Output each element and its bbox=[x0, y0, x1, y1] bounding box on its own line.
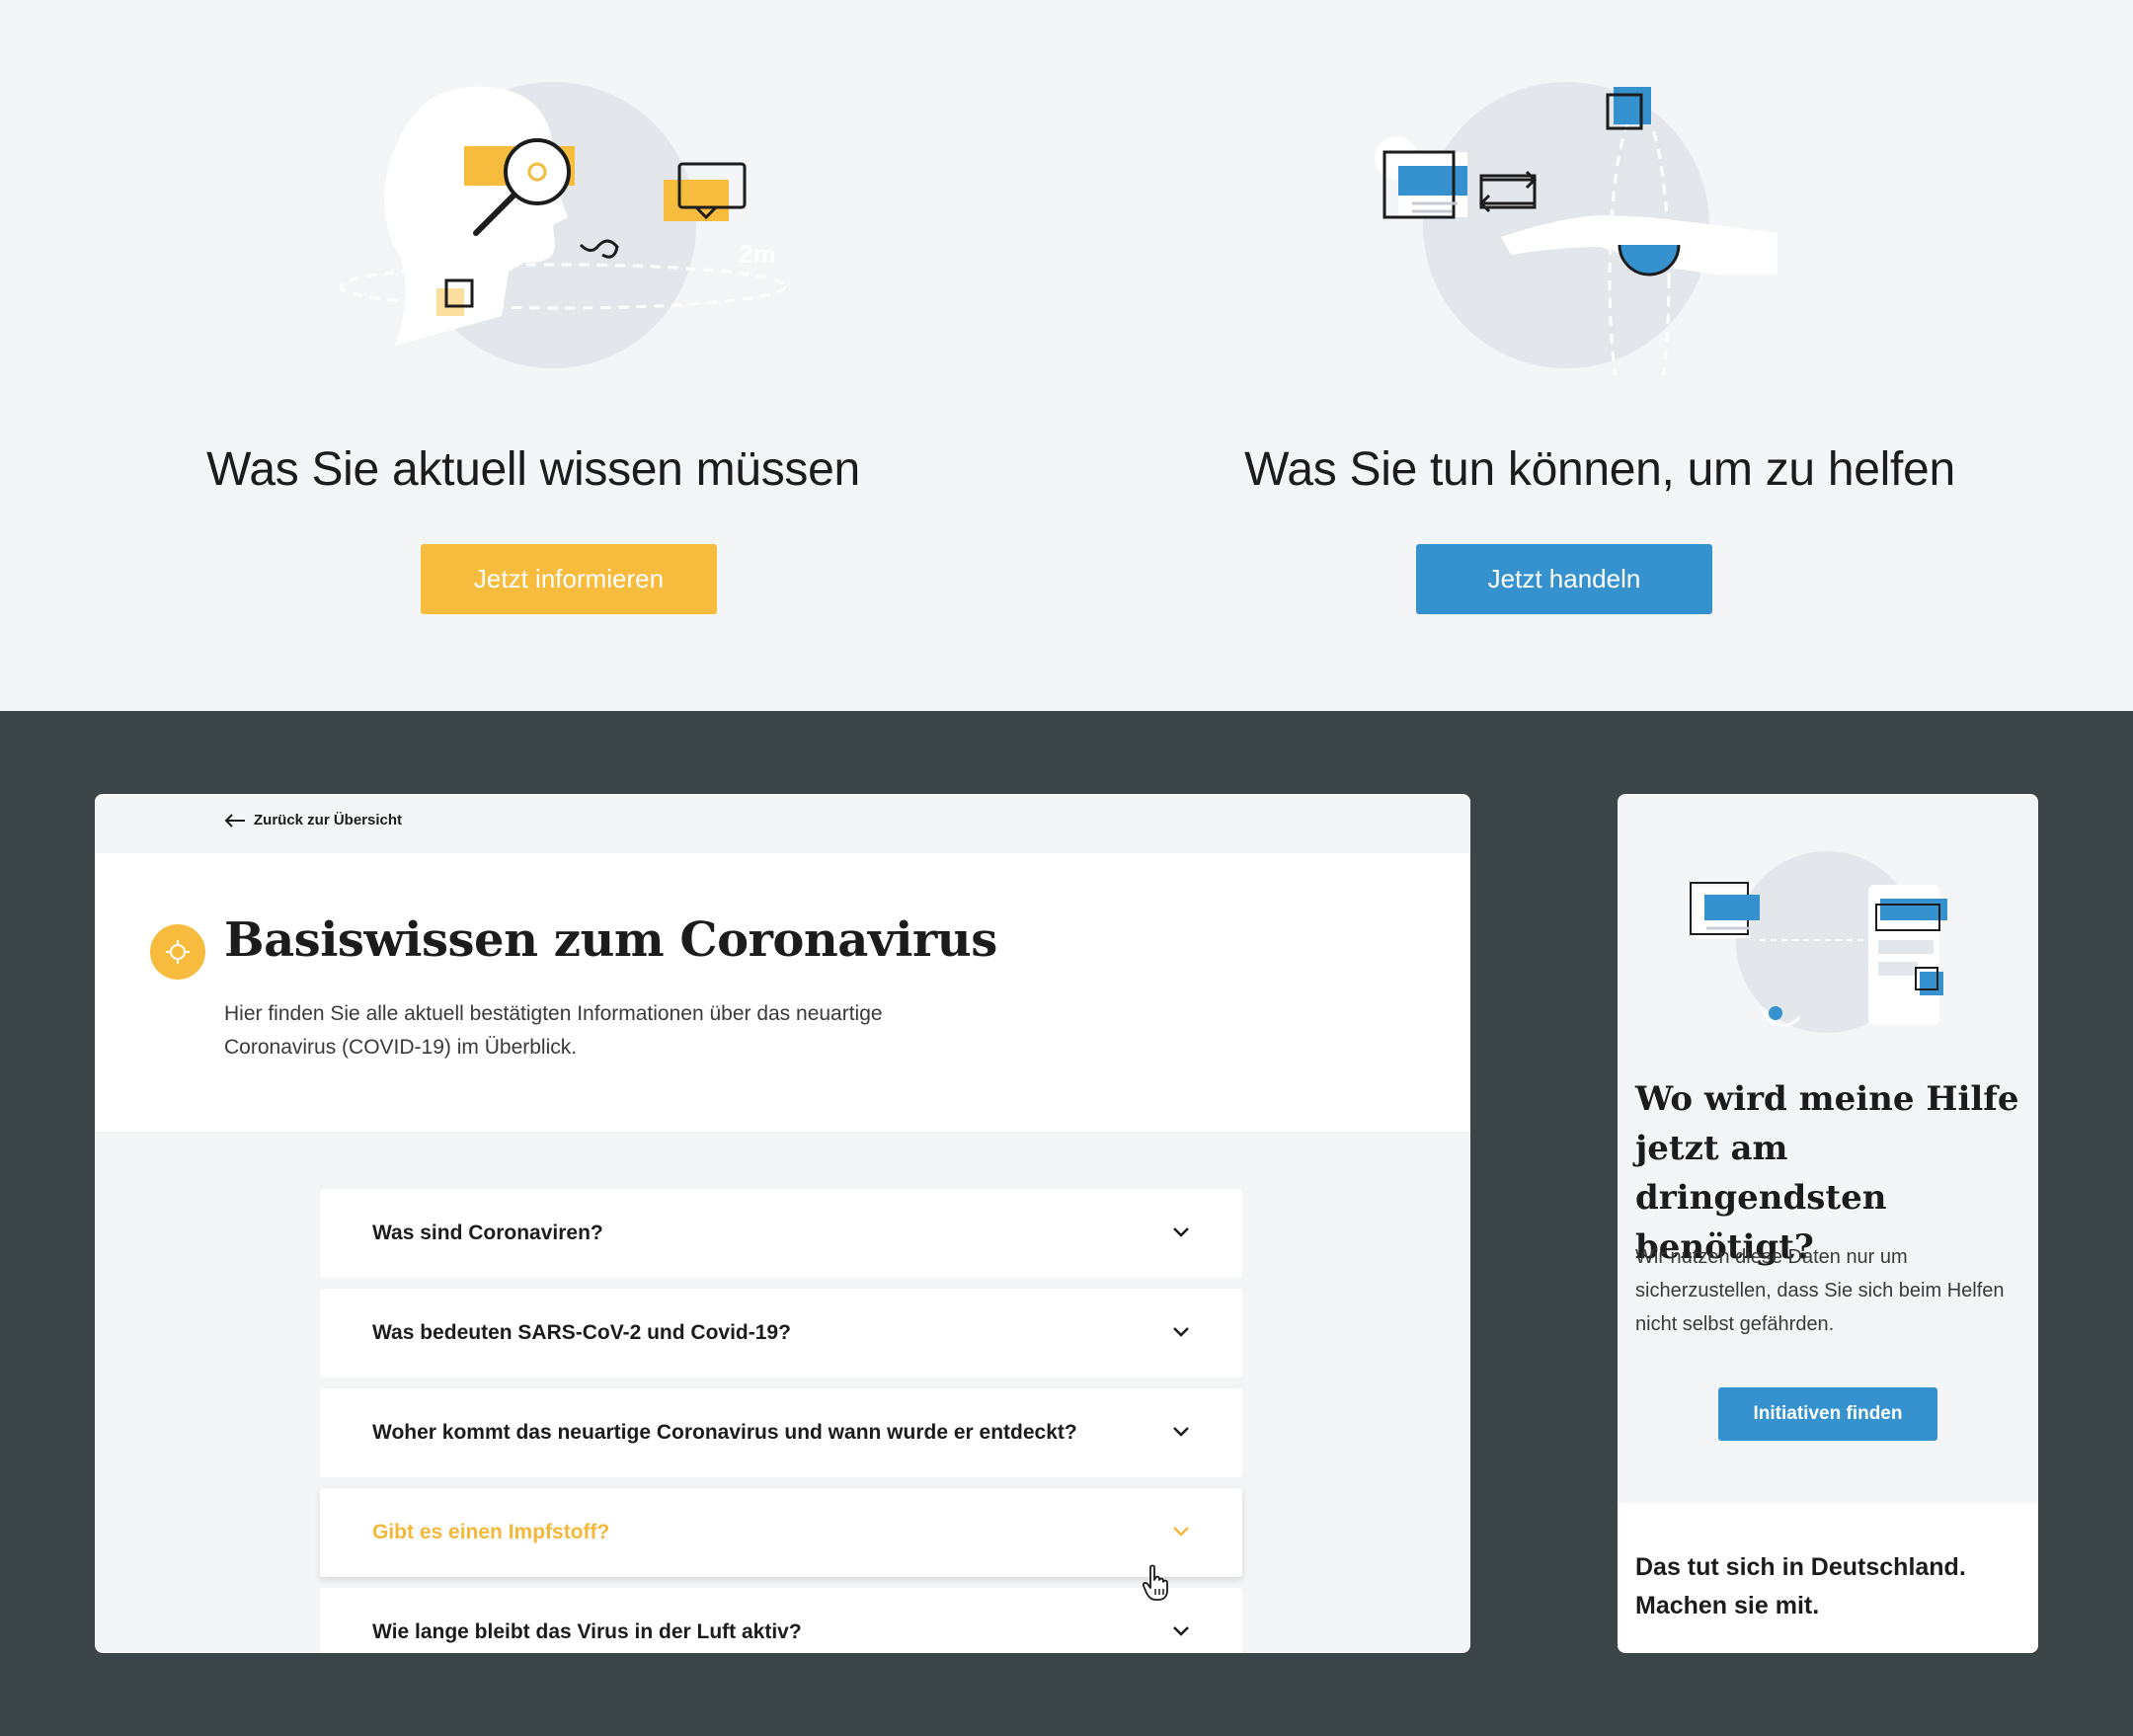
help-card-description: Wir nutzen diese Daten nur um sicherzust… bbox=[1635, 1246, 2005, 1335]
help-card-footer: Das tut sich in Deutschland. Machen sie … bbox=[1618, 1503, 2038, 1653]
faq-item-hovered[interactable]: Gibt es einen Impfstoff? bbox=[320, 1488, 1242, 1577]
inform-now-button[interactable]: Jetzt informieren bbox=[421, 544, 717, 614]
distance-label: 2m bbox=[739, 239, 776, 269]
faq-item[interactable]: Wie lange bleibt das Virus in der Luft a… bbox=[320, 1588, 1242, 1653]
card-header: Basiswissen zum Coronavirus Hier finden … bbox=[95, 853, 1470, 1132]
hero-title-help: Was Sie tun können, um zu helfen bbox=[1244, 443, 1955, 496]
hero-title-inform: Was Sie aktuell wissen müssen bbox=[206, 443, 860, 496]
card-topbar: Zurück zur Übersicht bbox=[95, 794, 1470, 853]
find-initiatives-button[interactable]: Initiativen finden bbox=[1718, 1387, 1937, 1441]
head-virus-illustration: 2m bbox=[339, 82, 787, 368]
act-now-button[interactable]: Jetzt handeln bbox=[1416, 544, 1712, 614]
virus-icon bbox=[150, 924, 205, 980]
chevron-down-icon bbox=[1173, 1427, 1189, 1437]
faq-question: Wie lange bleibt das Virus in der Luft a… bbox=[372, 1620, 802, 1643]
basics-card: Zurück zur Übersicht Basiswissen zum Cor… bbox=[95, 794, 1470, 1653]
faq-question: Was sind Coronaviren? bbox=[372, 1222, 603, 1244]
faq-question: Woher kommt das neuartige Coronavirus un… bbox=[372, 1421, 1077, 1444]
faq-accordion: Was sind Coronaviren? Was bedeuten SARS-… bbox=[320, 1189, 1242, 1653]
faq-item[interactable]: Was bedeuten SARS-CoV-2 und Covid-19? bbox=[320, 1289, 1242, 1378]
faq-item[interactable]: Was sind Coronaviren? bbox=[320, 1189, 1242, 1278]
footer-line-2: Machen sie mit. bbox=[1635, 1592, 1820, 1619]
back-link-label: Zurück zur Übersicht bbox=[254, 812, 403, 829]
arrow-left-icon bbox=[224, 813, 245, 828]
faq-item[interactable]: Woher kommt das neuartige Coronavirus un… bbox=[320, 1388, 1242, 1477]
faq-question: Was bedeuten SARS-CoV-2 und Covid-19? bbox=[372, 1321, 791, 1344]
help-card-footer-text: Das tut sich in Deutschland. Machen sie … bbox=[1635, 1548, 2030, 1625]
chevron-down-icon bbox=[1173, 1527, 1189, 1537]
page-title: Basiswissen zum Coronavirus bbox=[224, 912, 997, 968]
hero-column-help: Was Sie tun können, um zu helfen Jetzt h… bbox=[1066, 0, 2133, 711]
chevron-down-icon bbox=[1173, 1626, 1189, 1636]
help-card: Wo wird meine Hilfe jetzt am dringendste… bbox=[1618, 794, 2038, 1653]
hero-section: 2m Was Sie aktuell wissen müssen Jetzt i… bbox=[0, 0, 2133, 711]
hand-cursor-icon bbox=[1142, 1564, 1168, 1601]
back-to-overview-link[interactable]: Zurück zur Übersicht bbox=[224, 812, 402, 829]
help-hand-illustration bbox=[1375, 82, 1778, 375]
hero-column-inform: 2m Was Sie aktuell wissen müssen Jetzt i… bbox=[0, 0, 1066, 711]
help-locations-illustration bbox=[1690, 851, 1947, 1033]
faq-question: Gibt es einen Impfstoff? bbox=[372, 1521, 610, 1543]
page-description: Hier finden Sie alle aktuell bestätigten… bbox=[224, 1002, 883, 1059]
footer-line-1: Das tut sich in Deutschland. bbox=[1635, 1553, 1966, 1581]
chevron-down-icon bbox=[1173, 1227, 1189, 1237]
chevron-down-icon bbox=[1173, 1327, 1189, 1337]
